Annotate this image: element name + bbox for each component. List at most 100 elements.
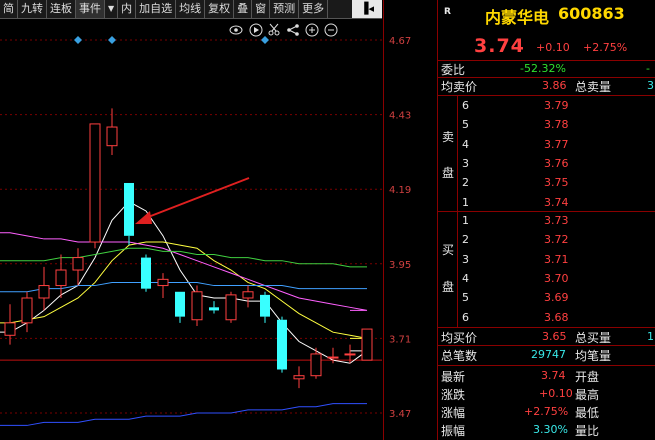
price-tick-label: 4.43: [389, 111, 411, 122]
scissors-icon[interactable]: [268, 23, 280, 36]
total-trades-label: 总笔数: [441, 349, 478, 363]
rise-label: 涨跌: [441, 388, 466, 402]
plus-icon[interactable]: [305, 23, 319, 37]
candle: [175, 291, 185, 323]
toolbar-window-button[interactable]: 窗: [252, 0, 271, 18]
candle-body: [157, 278, 169, 287]
divider: [438, 327, 655, 328]
bid-price[interactable]: 3.73: [544, 214, 569, 227]
candle-body: [209, 307, 219, 311]
candle-body: [38, 285, 50, 299]
divider: [457, 95, 458, 211]
bid-price[interactable]: 3.68: [544, 311, 569, 324]
toolbar-events-button[interactable]: 事件: [76, 0, 105, 18]
candle-body: [260, 294, 270, 317]
play-icon[interactable]: [249, 23, 263, 37]
toolbar-more-button[interactable]: 更多: [299, 0, 329, 18]
candle: [124, 182, 134, 246]
ma-line-ma120: [0, 403, 367, 426]
total-sell-value: 3: [647, 79, 654, 92]
toolbar-nine-turn-button[interactable]: 九转: [18, 0, 47, 18]
candle: [209, 301, 219, 314]
candle-body: [55, 269, 67, 287]
price-gridlines: [0, 39, 382, 414]
candle-body: [21, 297, 33, 324]
avg-sell-label: 均卖价: [441, 80, 478, 94]
candle: [141, 254, 151, 292]
share-icon[interactable]: [287, 24, 299, 36]
wei-bi-extra: -: [646, 62, 650, 75]
candle-body: [310, 353, 322, 377]
toolbar-overlay-button[interactable]: 叠: [234, 0, 253, 18]
candle: [106, 108, 118, 156]
amplitude-label: 振幅: [441, 424, 466, 438]
price-tick-label: 3.47: [389, 409, 411, 420]
candle-body: [175, 291, 185, 317]
ask-level: 3: [462, 156, 469, 170]
bid-level: 5: [462, 291, 469, 305]
ask-price[interactable]: 3.76: [544, 157, 569, 170]
latest-value: 3.74: [541, 369, 566, 382]
divider: [438, 345, 655, 346]
candle: [293, 366, 305, 389]
kline-chart[interactable]: 4.67 4.43 4.19 3.95 3.71 3.47: [0, 19, 437, 440]
stock-name: 内蒙华电: [485, 8, 550, 27]
candle-body: [191, 291, 203, 321]
ask-price[interactable]: 3.74: [544, 196, 569, 209]
event-diamond-icon: [108, 36, 116, 44]
bid-level: 2: [462, 233, 469, 247]
arrow-head: [135, 211, 152, 224]
ask-price[interactable]: 3.77: [544, 138, 569, 151]
amplitude-value: 3.30%: [533, 423, 568, 436]
toolbar-limit-up-button[interactable]: 连板: [47, 0, 76, 18]
total-trades-value: 29747: [531, 348, 566, 361]
ask-price[interactable]: 3.78: [544, 118, 569, 131]
ask-price[interactable]: 3.79: [544, 99, 569, 112]
candle-body: [106, 126, 118, 147]
open-label: 开盘: [575, 370, 600, 384]
bid-price[interactable]: 3.70: [544, 272, 569, 285]
toolbar-adjust-button[interactable]: 复权: [205, 0, 235, 18]
minus-icon[interactable]: [324, 23, 338, 37]
chart-toolbar: 简 九转 连板 事件 ▼ 内 加自选 均线 复权 叠 窗 预测 更多: [0, 0, 382, 19]
toolbar-add-watchlist-button[interactable]: 加自选: [136, 0, 177, 18]
candle-body: [124, 182, 134, 236]
candle: [89, 123, 101, 249]
toolbar-inner-button[interactable]: 内: [118, 0, 137, 18]
price-tick-label: 3.71: [389, 334, 411, 345]
candlesticks: [4, 108, 373, 389]
candle-body: [89, 123, 101, 243]
toolbar-forecast-button[interactable]: 预测: [270, 0, 300, 18]
bid-price[interactable]: 3.71: [544, 253, 569, 266]
price-change: +0.10: [536, 41, 570, 54]
avg-sell-value: 3.86: [542, 79, 567, 92]
eye-icon[interactable]: [229, 25, 243, 35]
toolbar-ma-button[interactable]: 均线: [176, 0, 206, 18]
dropdown-arrow-icon[interactable]: ▼: [105, 0, 119, 18]
chart-right-border: [383, 0, 384, 440]
bid-level: 4: [462, 271, 469, 285]
bid-price[interactable]: 3.69: [544, 291, 569, 304]
total-sell-label: 总卖量: [575, 80, 612, 94]
bid-price[interactable]: 3.72: [544, 233, 569, 246]
low-label: 最低: [575, 406, 600, 420]
toolbar-simple-button[interactable]: 简: [0, 0, 18, 18]
ma-line-ma60: [0, 281, 367, 293]
candle: [21, 291, 33, 333]
avg-buy-label: 均买价: [441, 331, 478, 345]
quote-panel: R 内蒙华电 600863 3.74 +0.10 +2.75% 委比 -52.3…: [438, 0, 655, 440]
bid-level: 6: [462, 310, 469, 324]
annotation-arrow: [135, 177, 250, 224]
candle: [157, 273, 169, 298]
sell-side-label-2: 盘: [442, 166, 455, 180]
pin-panel-icon[interactable]: ▐◂: [352, 0, 382, 18]
candle: [242, 285, 254, 308]
divider: [438, 211, 655, 212]
candle: [38, 266, 50, 311]
total-buy-label: 总买量: [575, 331, 612, 345]
divider: [438, 60, 655, 61]
event-diamond-icon: [261, 36, 269, 44]
ask-price[interactable]: 3.75: [544, 176, 569, 189]
candle-body: [225, 294, 237, 321]
candle: [191, 285, 203, 326]
